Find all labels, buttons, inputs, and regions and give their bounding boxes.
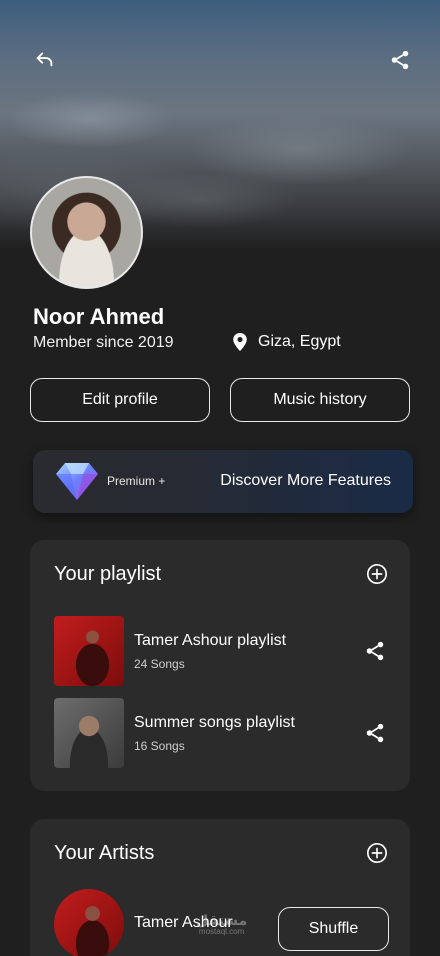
playlist-item[interactable]: Tamer Ashour playlist 24 Songs [54,616,386,686]
artist-avatar[interactable] [54,889,124,956]
map-pin-icon [233,333,247,351]
watermark-text: مستقل [196,912,248,928]
playlist-card-title: Your playlist [54,563,162,585]
premium-label: Premium + [107,474,166,488]
add-playlist-icon[interactable] [366,563,388,585]
playlist-song-count: 16 Songs [134,739,185,753]
diamond-icon [56,463,98,500]
artists-card: Your Artists Tamer Ashour مستقل mostaql.… [30,819,410,956]
share-icon[interactable] [364,640,386,662]
playlist-song-count: 24 Songs [134,657,185,671]
edit-profile-button[interactable]: Edit profile [30,378,210,422]
watermark-logo: مستقل mostaql.com [196,912,247,936]
location-label: Giza, Egypt [258,333,341,350]
playlist-card: Your playlist Tamer Ashour playlist 24 S… [30,540,410,791]
playlist-cover [54,616,124,686]
share-icon [391,50,409,70]
add-artist-icon[interactable] [366,842,388,864]
member-since: Member since 2019 [33,334,174,351]
discover-features-link[interactable]: Discover More Features [220,472,391,490]
share-profile-button[interactable] [386,46,414,74]
artists-card-title: Your Artists [54,842,155,864]
share-icon[interactable] [364,722,386,744]
playlist-title: Tamer Ashour playlist [134,632,287,649]
reply-arrow-icon [36,52,53,67]
profile-name: Noor Ahmed [33,304,165,329]
playlist-title: Summer songs playlist [134,714,295,731]
profile-location: Giza, Egypt [232,333,341,351]
watermark-subtext: mostaql.com [198,927,245,936]
shuffle-button[interactable]: Shuffle [278,907,389,951]
music-history-button[interactable]: Music history [230,378,410,422]
profile-avatar[interactable] [30,176,143,289]
playlist-item[interactable]: Summer songs playlist 16 Songs [54,698,386,768]
back-button[interactable] [31,45,59,73]
premium-banner[interactable]: Premium + Discover More Features [33,450,413,513]
playlist-cover [54,698,124,768]
